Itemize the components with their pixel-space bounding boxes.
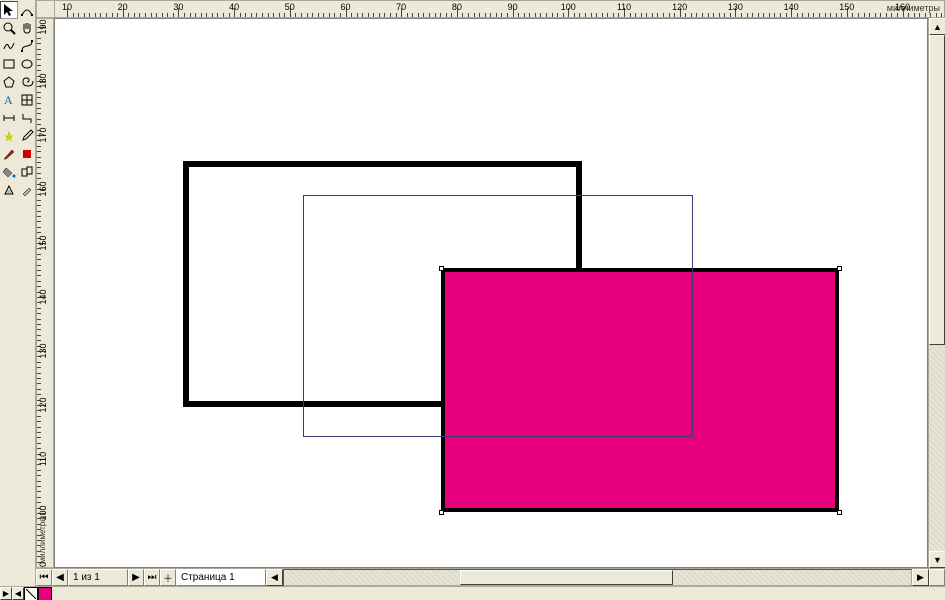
scroll-down-button[interactable]: ▼	[929, 551, 945, 568]
ruler-h-label: 70	[396, 2, 406, 12]
ruler-vertical[interactable]: миллиметры 19018017016015014013012011010…	[36, 18, 54, 568]
ruler-h-label: 110	[617, 2, 631, 12]
page-tab-label: Страница 1	[181, 572, 235, 583]
chevron-left-icon: ◀	[15, 589, 21, 598]
scroll-left-button[interactable]: ◀	[266, 569, 283, 586]
svg-text:A: A	[4, 93, 13, 107]
tool-pan[interactable]	[18, 19, 36, 37]
ruler-h-label: 120	[672, 2, 687, 12]
tool-transparency[interactable]	[0, 181, 18, 199]
ruler-h-label: 30	[173, 2, 183, 12]
prev-icon: ◀	[56, 572, 64, 583]
ruler-row: миллиметры 10203040506070809010011012013…	[36, 0, 945, 18]
tool-bezier[interactable]	[18, 37, 36, 55]
ruler-h-label: 60	[340, 2, 350, 12]
ruler-h-label: 100	[561, 2, 576, 12]
page-add-button[interactable]: ＋	[160, 569, 176, 586]
tool-shape-edit[interactable]	[18, 1, 36, 19]
tool-fx[interactable]	[0, 127, 18, 145]
chevron-right-icon: ▶	[917, 572, 924, 583]
tool-outline[interactable]	[0, 145, 18, 163]
page-last-button[interactable]: ⏭	[144, 569, 160, 586]
ruler-h-label: 20	[118, 2, 128, 12]
chevron-left-icon: ◀	[271, 572, 278, 583]
tool-ellipse[interactable]	[18, 55, 36, 73]
ruler-h-label: 130	[728, 2, 743, 12]
last-icon: ⏭	[148, 572, 157, 583]
toolbox: A	[0, 0, 36, 586]
selection-handle[interactable]	[837, 266, 842, 271]
page-first-button[interactable]: ⏮	[36, 569, 52, 586]
swatch-strip	[24, 587, 52, 600]
app-root: A миллиметры 102030405060708090100110120…	[0, 0, 945, 600]
page-tab[interactable]: Страница 1	[176, 569, 266, 586]
main-area: A миллиметры 102030405060708090100110120…	[0, 0, 945, 586]
page-counter[interactable]: 1 из 1	[68, 569, 128, 586]
selection-handle[interactable]	[439, 510, 444, 515]
horizontal-scrollbar: ◀ ▶	[266, 569, 929, 586]
ruler-h-label: 50	[285, 2, 295, 12]
scrollbar-corner	[929, 569, 945, 586]
tool-connector[interactable]	[18, 109, 36, 127]
canvas[interactable]	[54, 18, 928, 568]
chevron-up-icon: ▲	[933, 22, 942, 32]
ruler-horizontal[interactable]: миллиметры 10203040506070809010011012013…	[54, 0, 945, 18]
vertical-scrollbar: ▲ ▼	[928, 18, 945, 568]
ruler-h-label: 40	[229, 2, 239, 12]
tool-blend[interactable]	[18, 163, 36, 181]
chevron-right-icon: ▶	[3, 589, 9, 598]
chevron-down-icon: ▼	[933, 555, 942, 565]
add-page-icon: ＋	[163, 570, 173, 585]
first-icon: ⏮	[40, 572, 49, 583]
body-row: миллиметры 19018017016015014013012011010…	[36, 18, 945, 568]
hscroll-thumb[interactable]	[460, 570, 673, 585]
tool-fill[interactable]	[18, 145, 36, 163]
color-bar: ▶ ◀	[0, 586, 945, 600]
tool-dropper[interactable]	[18, 127, 36, 145]
scroll-up-button[interactable]: ▲	[929, 18, 945, 35]
color-flyout[interactable]: ◀	[12, 587, 24, 600]
vscroll-thumb[interactable]	[929, 35, 945, 345]
viewport: миллиметры 10203040506070809010011012013…	[36, 0, 945, 586]
tool-text[interactable]: A	[0, 91, 18, 109]
tool-spiral[interactable]	[18, 73, 36, 91]
ruler-h-label: 80	[452, 2, 462, 12]
tool-zoom[interactable]	[0, 19, 18, 37]
ruler-h-label: 10	[62, 2, 72, 12]
page-prev-button[interactable]: ◀	[52, 569, 68, 586]
page-counter-text: 1 из 1	[73, 572, 100, 583]
page-next-button[interactable]: ▶	[128, 569, 144, 586]
ruler-h-label: 90	[508, 2, 518, 12]
ruler-h-label: 140	[784, 2, 799, 12]
ruler-h-label: 160	[895, 2, 910, 12]
tool-bucket[interactable]	[0, 163, 18, 181]
ruler-corner	[36, 0, 54, 18]
shape-rect-thin[interactable]	[303, 195, 693, 437]
hscroll-track[interactable]	[283, 569, 912, 586]
next-icon: ▶	[132, 572, 140, 583]
swatch-none[interactable]	[24, 587, 38, 600]
swatch-color[interactable]	[38, 587, 52, 600]
ruler-h-label: 150	[839, 2, 854, 12]
tool-dimension[interactable]	[0, 109, 18, 127]
scroll-right-button[interactable]: ▶	[912, 569, 929, 586]
color-scroll-left[interactable]: ▶	[0, 587, 12, 600]
ruler-v-label: 90	[38, 562, 48, 568]
vscroll-track[interactable]	[929, 35, 945, 551]
tool-rect[interactable]	[0, 55, 18, 73]
selection-handle[interactable]	[837, 510, 842, 515]
tool-table[interactable]	[18, 91, 36, 109]
tool-freehand[interactable]	[0, 37, 18, 55]
status-bar: ⏮ ◀ 1 из 1 ▶ ⏭ ＋ Страница 1 ◀ ▶	[36, 568, 945, 586]
tool-pick[interactable]	[0, 1, 18, 19]
tool-polygon[interactable]	[0, 73, 18, 91]
tool-knife[interactable]	[18, 181, 36, 199]
